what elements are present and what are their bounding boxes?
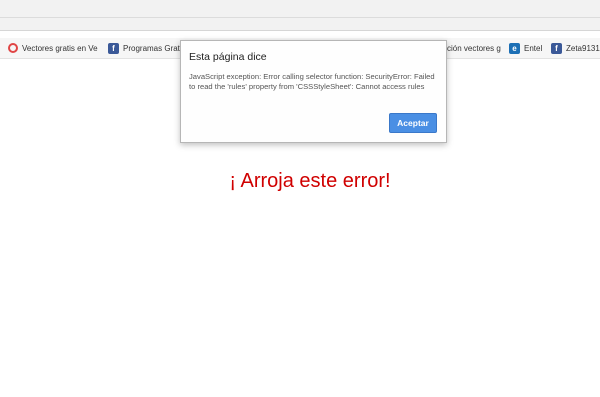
bookmark-vectores-2[interactable]: ción vectores g <box>447 41 501 55</box>
alert-dialog: Esta página dice JavaScript exception: E… <box>180 40 447 143</box>
browser-toolbar <box>0 0 600 31</box>
bookmark-programas[interactable]: f Programas Grat <box>108 41 180 55</box>
toolbar-divider <box>0 17 600 18</box>
bookmark-label: Zeta9131 <box>566 43 600 53</box>
bookmark-label: Programas Grat <box>123 43 180 53</box>
bookmark-vectores[interactable]: Vectores gratis en Ve <box>8 41 98 55</box>
opera-icon <box>8 43 18 53</box>
bookmark-label: Vectores gratis en Ve <box>22 43 98 53</box>
bookmark-label: Entel <box>524 43 543 53</box>
bookmark-label: ción vectores g <box>447 43 501 53</box>
error-heading: ¡ Arroja este error! <box>229 170 391 192</box>
edge-icon: e <box>509 42 520 54</box>
facebook-icon: f <box>551 42 562 54</box>
facebook-icon: f <box>108 42 119 54</box>
bookmark-entel[interactable]: e Entel <box>509 41 542 55</box>
dialog-title: Esta página dice <box>189 51 267 63</box>
dialog-message: JavaScript exception: Error calling sele… <box>189 72 435 91</box>
accept-button[interactable]: Aceptar <box>389 113 437 133</box>
bookmark-zeta[interactable]: f Zeta9131 <box>551 41 600 55</box>
